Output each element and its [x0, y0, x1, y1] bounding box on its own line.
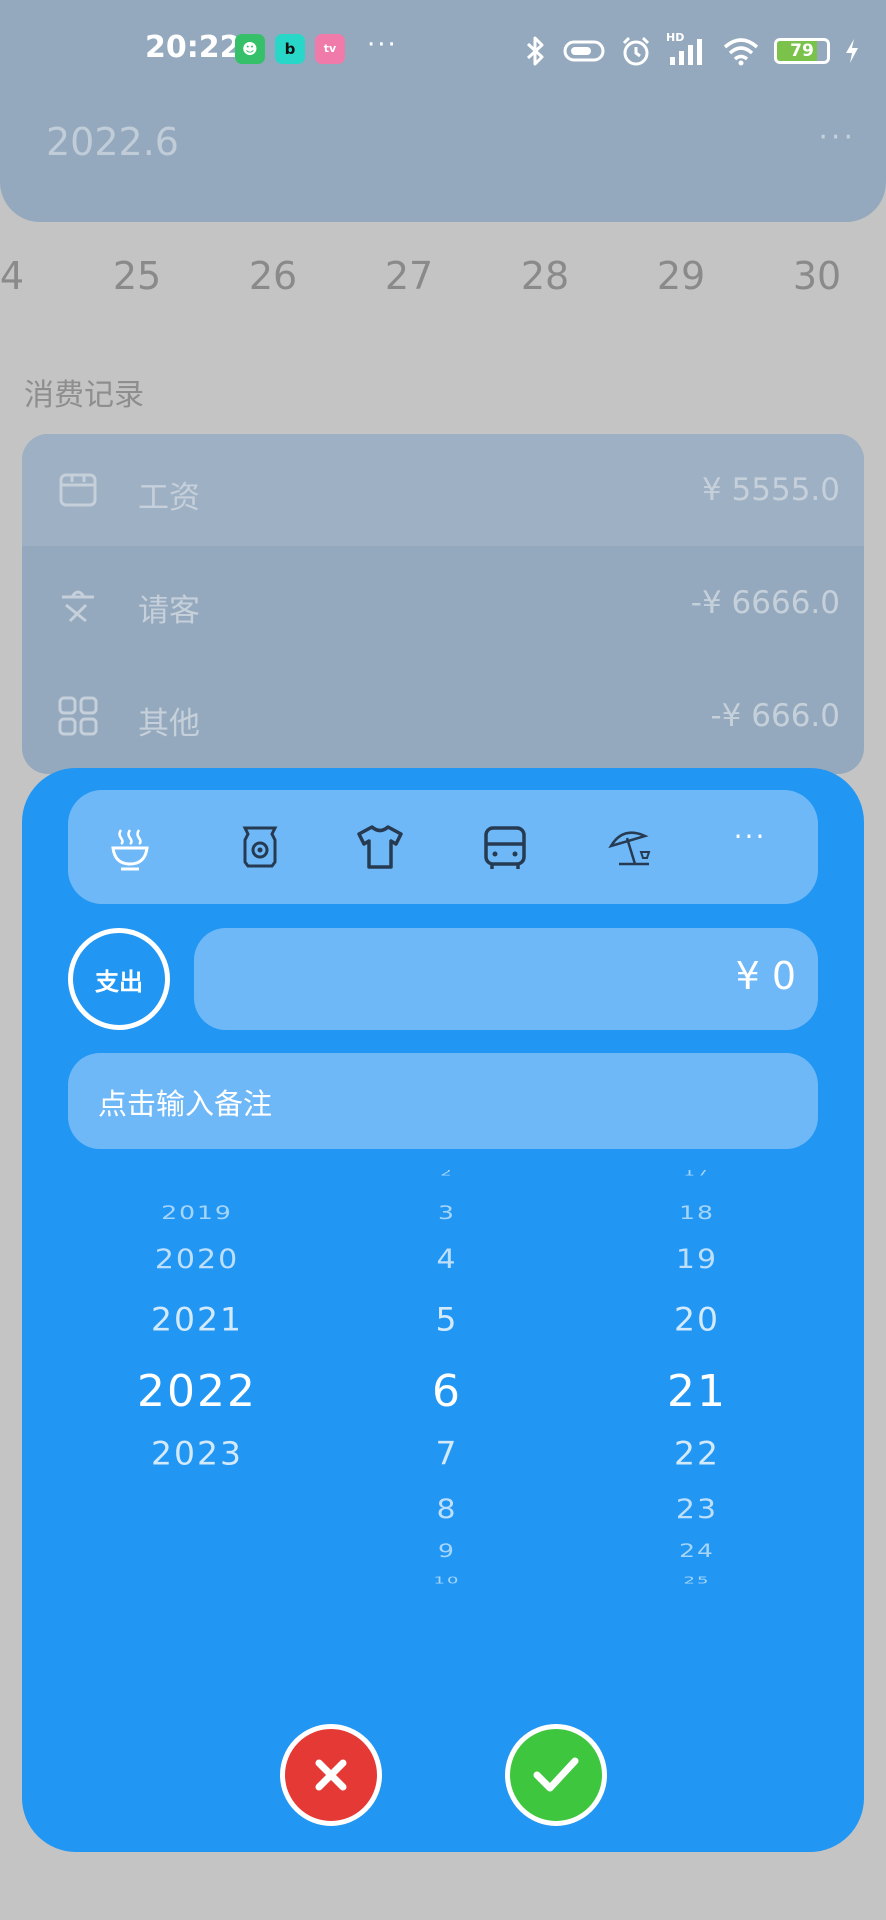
b-app-icon: b	[275, 34, 305, 64]
confirm-icon	[533, 1757, 579, 1792]
picker-item[interactable]: 3	[322, 1202, 572, 1224]
picker-item[interactable]: 24	[572, 1540, 822, 1562]
bus-icon[interactable]	[480, 822, 530, 872]
battery-level: 79	[790, 41, 814, 61]
grid-icon	[58, 696, 98, 736]
category-bar: ···	[68, 790, 818, 904]
picker-item[interactable]: 2019	[72, 1202, 322, 1224]
date-item[interactable]: 4	[0, 254, 24, 298]
alarm-icon	[622, 36, 650, 66]
note-placeholder: 点击输入备注	[98, 1087, 273, 1121]
picker-item[interactable]: 8	[322, 1494, 572, 1525]
bilibili-app-icon: tv	[315, 34, 345, 64]
date-item[interactable]: 26	[249, 254, 297, 298]
cancel-icon	[315, 1759, 347, 1791]
record-name: 请客	[138, 593, 200, 629]
record-amount: ¥ 5555.0	[701, 472, 840, 508]
picker-item[interactable]: 2020	[72, 1244, 322, 1275]
picker-item[interactable]: 2021	[72, 1301, 322, 1338]
picker-item[interactable]: 22	[572, 1435, 822, 1472]
day-picker[interactable]: 17 18 19 20 21 22 23 24 25	[572, 1170, 822, 1620]
signal-icon: HD	[666, 31, 708, 67]
picker-item[interactable]: 17	[572, 1170, 822, 1178]
dining-icon	[62, 590, 94, 623]
header-more-button[interactable]: ···	[818, 120, 856, 155]
picker-item[interactable]: 7	[322, 1435, 572, 1472]
month-picker[interactable]: 2 3 4 5 6 7 8 9 10	[322, 1170, 572, 1620]
picker-item[interactable]: 25	[572, 1575, 822, 1587]
date-item[interactable]: 30	[793, 254, 841, 298]
vibrate-pill-icon	[563, 40, 605, 62]
picker-item[interactable]: 21	[572, 1366, 822, 1417]
picker-item[interactable]: 19	[572, 1244, 822, 1275]
picker-item[interactable]: 2022	[72, 1366, 322, 1417]
status-overflow: ···	[367, 30, 398, 60]
amount-value: ¥ 0	[735, 954, 796, 998]
wallet-icon	[59, 473, 97, 507]
date-item[interactable]: 27	[385, 254, 433, 298]
records-section-label: 消费记录	[24, 378, 144, 413]
battery-icon: 79	[774, 38, 830, 64]
bluetooth-icon	[526, 36, 544, 66]
picker-item[interactable]: 6	[322, 1366, 572, 1417]
note-input[interactable]: 点击输入备注	[68, 1053, 818, 1149]
picker-item[interactable]: 4	[322, 1244, 572, 1275]
picker-item[interactable]: 10	[322, 1575, 572, 1587]
tshirt-icon[interactable]	[355, 822, 405, 872]
date-item[interactable]: 25	[113, 254, 161, 298]
charging-icon	[846, 39, 858, 63]
snack-bag-icon[interactable]	[235, 822, 285, 872]
picker-item[interactable]: 2	[322, 1170, 572, 1178]
date-strip: 4 25 26 27 28 29 30	[0, 254, 886, 304]
record-name: 工资	[138, 480, 200, 516]
record-amount: -¥ 666.0	[710, 698, 840, 734]
status-icons: HD 79	[522, 31, 860, 68]
picker-item[interactable]: 18	[572, 1202, 822, 1224]
wifi-icon	[723, 38, 759, 66]
picker-item[interactable]: 9	[322, 1540, 572, 1562]
beach-umbrella-icon[interactable]	[605, 822, 655, 872]
picker-item[interactable]: 23	[572, 1494, 822, 1525]
amount-field[interactable]: ¥ 0	[194, 928, 818, 1030]
status-time: 20:22	[145, 30, 241, 65]
more-icon[interactable]: ···	[725, 820, 775, 870]
record-row[interactable]: 请客 -¥ 6666.0	[22, 547, 864, 659]
record-row[interactable]: 其他 -¥ 666.0	[22, 660, 864, 772]
record-name: 其他	[138, 706, 200, 742]
type-toggle-button[interactable]: 支出	[68, 928, 170, 1030]
date-item[interactable]: 29	[657, 254, 705, 298]
record-amount: -¥ 6666.0	[690, 585, 840, 621]
picker-item[interactable]: 2023	[72, 1435, 322, 1472]
picker-item[interactable]: 5	[322, 1301, 572, 1338]
date-item[interactable]: 28	[521, 254, 569, 298]
cancel-button[interactable]	[280, 1724, 382, 1826]
cat-app-icon: ☻	[235, 34, 265, 64]
record-row[interactable]: 工资 ¥ 5555.0	[22, 434, 864, 546]
food-bowl-icon[interactable]	[105, 822, 155, 872]
year-picker[interactable]: 2019 2020 2021 2022 2023	[72, 1170, 322, 1620]
confirm-button[interactable]	[505, 1724, 607, 1826]
month-title[interactable]: 2022.6	[46, 120, 179, 164]
records-list: 工资 ¥ 5555.0 请客 -¥ 6666.0 其他 -¥ 666.0	[22, 434, 864, 774]
picker-item[interactable]: 20	[572, 1301, 822, 1338]
